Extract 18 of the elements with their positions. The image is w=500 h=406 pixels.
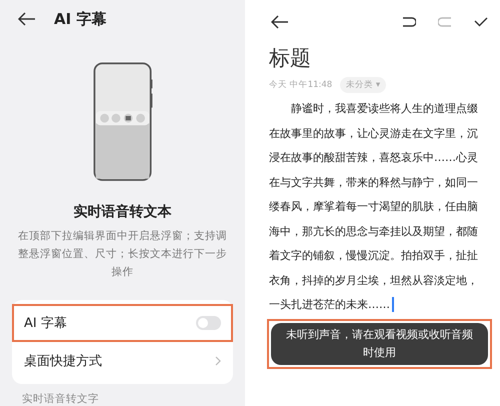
back-icon[interactable] xyxy=(18,12,36,26)
toast-message: 未听到声音，请在观看视频或收听音频时使用 xyxy=(271,322,488,364)
section-header: 实时语音转文字 xyxy=(22,392,100,406)
row-label: 桌面快捷方式 xyxy=(24,353,102,370)
undo-icon[interactable] xyxy=(402,17,416,27)
back-icon[interactable] xyxy=(271,15,289,29)
settings-row[interactable]: 桌面快捷方式 xyxy=(12,342,233,380)
settings-row[interactable]: AI 字幕 xyxy=(12,304,233,342)
chevron-right-icon xyxy=(215,356,221,366)
toggle-switch[interactable] xyxy=(196,316,221,330)
note-body: 静谧时，我喜爱读些将人生的道理点缀在故事里的故事，让心灵游走在文字里，沉浸在故事的酸甜苦辣，喜怒哀乐中……心灵在与文字共舞，带来的释然与静宁，如同一缕春风，摩挲着每一寸渴望的肌肤，任由脑海中，那亢长的思念与牵挂以及期望，都随着文字的铺叙，慢慢沉淀。拍拍双手，扯扯衣角，抖掉的岁月尘埃，坦然从容淡定地，一头扎进苍茫的未来…… xyxy=(269,101,479,314)
feature-title: 实时语音转文本 xyxy=(72,203,172,221)
checkmark-icon[interactable] xyxy=(474,17,488,27)
screen-title: AI 字幕 xyxy=(54,10,106,29)
feature-description: 在顶部下拉编辑界面中开启悬浮窗；支持调整悬浮窗位置、尺寸；长按文本进行下一步操作 xyxy=(17,229,228,280)
note-date: 今天 中午11:48 xyxy=(269,79,332,91)
row-label: AI 字幕 xyxy=(24,315,67,332)
note-title: 标题 xyxy=(268,45,312,72)
